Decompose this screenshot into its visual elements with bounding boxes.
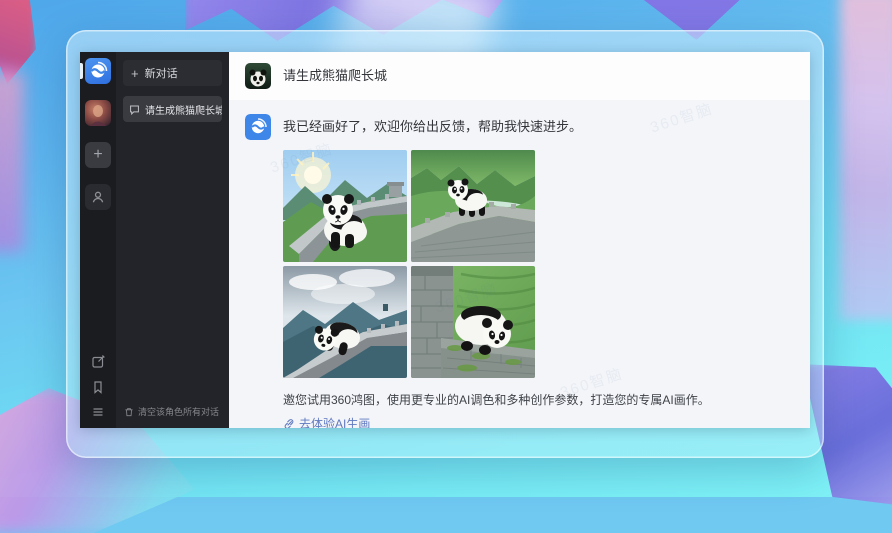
generated-image-1[interactable] xyxy=(283,150,407,262)
role-avatar[interactable] xyxy=(85,100,111,126)
ai-assistant-avatar xyxy=(245,114,271,140)
chat-panel: 360智脑 360智脑 360智脑 360智脑 xyxy=(229,52,810,428)
clear-conversations-label: 清空该角色所有对话 xyxy=(138,405,219,418)
role-market-icon[interactable] xyxy=(85,184,111,210)
generated-image-2[interactable] xyxy=(411,150,535,262)
active-role-indicator xyxy=(80,63,83,79)
chat-item-label: 请生成熊猫爬长城 xyxy=(145,102,222,117)
wallpaper-crystal xyxy=(840,0,892,320)
wallpaper-crystal xyxy=(0,72,24,252)
add-role-button[interactable]: + xyxy=(85,142,111,168)
trash-icon xyxy=(124,407,134,417)
chat-history-item[interactable]: 请生成熊猫爬长城 xyxy=(123,96,222,122)
try-ai-painting-label: 去体验AI生画 xyxy=(299,415,370,428)
app-window: + + 新对 xyxy=(66,30,824,458)
plus-icon: + xyxy=(131,67,139,80)
nav-rail: + xyxy=(80,52,116,428)
clear-conversations-button[interactable]: 清空该角色所有对话 xyxy=(116,397,229,428)
new-chat-button[interactable]: + 新对话 xyxy=(123,60,222,86)
chat-bubble-icon xyxy=(129,104,140,115)
generated-image-4[interactable] xyxy=(411,266,535,378)
rail-bottom-tools xyxy=(91,354,106,428)
new-chat-label: 新对话 xyxy=(145,65,178,81)
ai-message-row: 我已经画好了，欢迎你给出反馈，帮助我快速进步。 xyxy=(245,114,794,140)
user-message-text: 请生成熊猫爬长城 xyxy=(283,63,387,89)
bookmark-icon[interactable] xyxy=(91,380,105,394)
generated-image-grid xyxy=(283,150,794,378)
ai-message-text: 我已经画好了，欢迎你给出反馈，帮助我快速进步。 xyxy=(283,114,582,140)
generated-image-3[interactable] xyxy=(283,266,407,378)
ai-response-section: 我已经画好了，欢迎你给出反馈，帮助我快速进步。 xyxy=(229,100,810,428)
chat-sidebar: + 新对话 请生成熊猫爬长城 清空该角色所有对话 xyxy=(116,52,229,428)
wallpaper-crystal xyxy=(0,0,36,84)
link-icon xyxy=(283,418,295,429)
ai-assistant-logo-icon[interactable] xyxy=(85,58,111,84)
user-panda-avatar xyxy=(245,63,271,89)
try-ai-painting-link[interactable]: 去体验AI生画 xyxy=(283,415,794,428)
user-message-row: 请生成熊猫爬长城 xyxy=(229,52,810,100)
compose-icon[interactable] xyxy=(91,354,106,369)
window-content: + + 新对 xyxy=(80,52,810,428)
promo-text: 邀您试用360鸿图，使用更专业的AI调色和多种创作参数，打造您的专属AI画作。 xyxy=(283,391,794,408)
window-titlebar[interactable] xyxy=(66,30,824,52)
menu-icon[interactable] xyxy=(91,405,105,419)
